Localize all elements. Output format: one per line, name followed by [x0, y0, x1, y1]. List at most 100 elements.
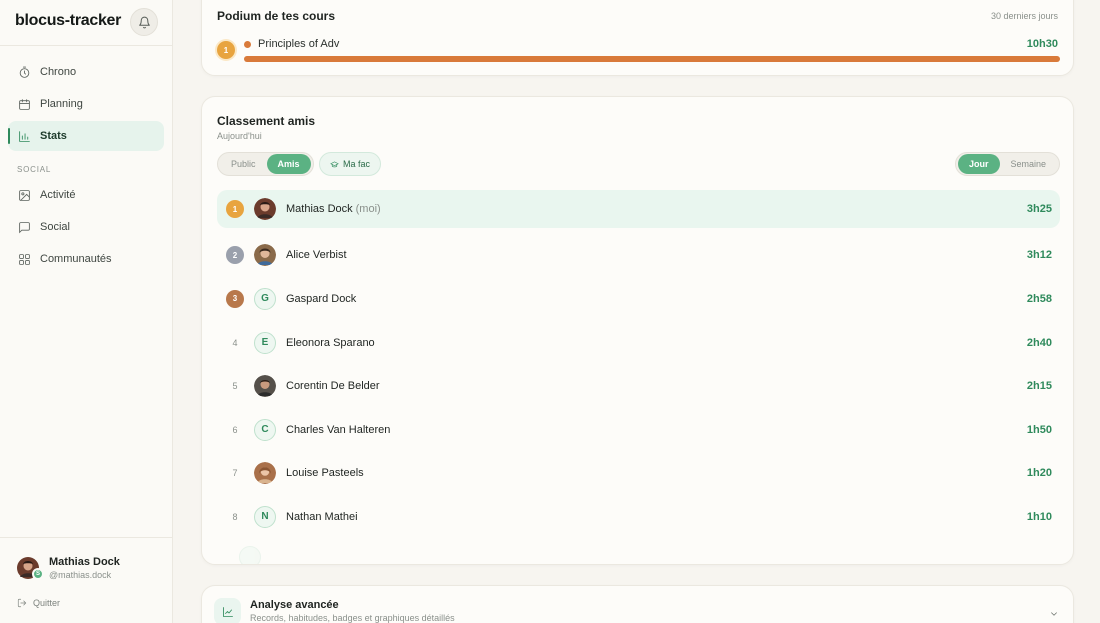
study-time: 1h10 — [1026, 510, 1052, 523]
friend-name: Nathan Mathei — [286, 510, 358, 523]
avatar — [254, 198, 276, 220]
podium-range: 30 derniers jours — [990, 11, 1058, 21]
list-overflow-hint — [239, 546, 261, 564]
timer-icon — [19, 66, 30, 78]
sidebar-item-label: Planning — [40, 98, 83, 110]
study-time: 2h40 — [1026, 336, 1052, 349]
profile-name: Mathias Dock — [49, 556, 120, 568]
avatar — [254, 375, 276, 398]
sidebar-item-chrono[interactable]: Chrono — [8, 57, 164, 87]
ranking-list: 1 Mathias Dock (moi) 3h25 2 Alice Verbist… — [217, 190, 1060, 539]
ranking-row[interactable]: 3 G Gaspard Dock 2h58 — [217, 277, 1060, 321]
course-time: 10h30 — [1026, 38, 1058, 50]
sidebar-item-planning[interactable]: Planning — [8, 89, 164, 119]
course-name: Principles of Adv — [258, 38, 340, 50]
sidebar-item-label: Communautés — [40, 253, 112, 265]
tab-amis[interactable]: Amis — [266, 154, 311, 174]
friend-name: Mathias Dock (moi) — [286, 203, 381, 215]
ranking-row[interactable]: 7 Louise Pasteels 1h20 — [217, 452, 1060, 496]
social-section-label: SOCIAL — [17, 165, 52, 174]
grid-icon — [19, 253, 30, 265]
avatar — [254, 462, 276, 485]
logout-icon — [17, 598, 27, 608]
sidebar-item-stats[interactable]: Stats — [8, 121, 164, 151]
user-profile[interactable]: S Mathias Dock @mathias.dock — [17, 555, 167, 585]
ma-fac-filter-button[interactable]: Ma fac — [319, 152, 382, 176]
ranking-row[interactable]: 5 Corentin De Belder 2h15 — [217, 364, 1060, 408]
tab-semaine[interactable]: Semaine — [1000, 154, 1058, 174]
ranking-subtitle: Aujourd'hui — [217, 131, 262, 141]
ranking-title: Classement amis — [217, 114, 316, 128]
rank-number: 4 — [232, 337, 238, 348]
avatar — [254, 244, 276, 267]
friend-name: Gaspard Dock — [286, 292, 357, 305]
rank-badge: 2 — [226, 246, 244, 265]
sidebar-item-label: Activité — [40, 189, 76, 201]
analysis-title: Analyse avancée — [250, 599, 339, 611]
rank-number: 7 — [232, 468, 238, 479]
sidebar-item-label: Chrono — [40, 66, 77, 78]
sidebar-divider — [0, 45, 172, 46]
friend-name: Louise Pasteels — [286, 467, 364, 480]
sidebar: blocus-tracker Chrono Planning Stats SOC… — [0, 0, 173, 623]
ranking-row[interactable]: 4 E Eleonora Sparano 2h40 — [217, 321, 1060, 365]
expand-button[interactable] — [1049, 606, 1059, 616]
podium-title: Podium de tes cours — [217, 9, 336, 23]
image-icon — [19, 189, 30, 201]
analysis-icon-wrap — [214, 598, 241, 623]
line-chart-icon — [222, 606, 233, 617]
avatar: C — [254, 418, 276, 441]
rank-number: 8 — [232, 511, 238, 522]
study-time: 1h50 — [1026, 423, 1052, 436]
scope-toggle: Public Amis — [217, 152, 314, 176]
friend-name: Corentin De Belder — [286, 380, 380, 393]
bar-chart-icon — [19, 130, 30, 142]
podium-card: Podium de tes cours 30 derniers jours 1 … — [201, 0, 1074, 76]
avatar: E — [254, 331, 276, 354]
friends-ranking-card: Classement amis Aujourd'hui Public Amis … — [201, 96, 1074, 565]
sidebar-divider — [0, 537, 172, 538]
ranking-row[interactable]: 2 Alice Verbist 3h12 — [217, 234, 1060, 278]
profile-handle: @mathias.dock — [49, 570, 112, 580]
notifications-button[interactable] — [130, 8, 158, 36]
avatar: G — [254, 287, 276, 310]
study-time: 2h15 — [1026, 380, 1052, 393]
message-icon — [19, 221, 30, 233]
tab-jour[interactable]: Jour — [958, 154, 1000, 174]
sidebar-item-label: Stats — [40, 130, 67, 142]
tab-public[interactable]: Public — [220, 154, 267, 174]
advanced-analysis-card[interactable]: Analyse avancée Records, habitudes, badg… — [201, 585, 1074, 623]
status-badge: S — [32, 568, 44, 580]
school-icon — [330, 161, 339, 167]
friend-name: Eleonora Sparano — [286, 336, 375, 349]
study-time: 2h58 — [1026, 292, 1052, 305]
friend-name-text: Mathias Dock — [286, 203, 353, 215]
period-toggle: Jour Semaine — [955, 152, 1061, 176]
sidebar-item-social[interactable]: Social — [8, 212, 164, 242]
quit-button[interactable]: Quitter — [17, 598, 60, 608]
course-color-dot — [244, 41, 251, 48]
rank-number: 6 — [232, 424, 238, 435]
sidebar-item-label: Social — [40, 221, 70, 233]
study-time: 3h25 — [1026, 203, 1052, 215]
analysis-subtitle: Records, habitudes, badges et graphiques… — [250, 613, 455, 623]
sidebar-item-activite[interactable]: Activité — [8, 180, 164, 210]
rank-badge: 1 — [226, 200, 244, 218]
ranking-row[interactable]: 6 C Charles Van Halteren 1h50 — [217, 408, 1060, 452]
rank-badge: 3 — [226, 289, 244, 308]
me-suffix: (moi) — [355, 203, 381, 215]
app-brand[interactable]: blocus-tracker — [15, 12, 121, 30]
bell-icon — [138, 16, 150, 28]
chevron-down-icon — [1051, 612, 1057, 616]
podium-rank-badge: 1 — [217, 41, 235, 59]
friend-name: Charles Van Halteren — [286, 423, 391, 436]
ranking-row-me[interactable]: 1 Mathias Dock (moi) 3h25 — [217, 190, 1060, 228]
ma-fac-label: Ma fac — [343, 159, 371, 169]
course-progress-fill — [244, 56, 1060, 62]
rank-number: 5 — [232, 381, 238, 392]
friend-name: Alice Verbist — [286, 249, 347, 262]
sidebar-item-communautes[interactable]: Communautés — [8, 244, 164, 274]
ranking-row[interactable]: 8 N Nathan Mathei 1h10 — [217, 495, 1060, 539]
quit-label: Quitter — [33, 598, 61, 608]
avatar: N — [254, 505, 276, 528]
